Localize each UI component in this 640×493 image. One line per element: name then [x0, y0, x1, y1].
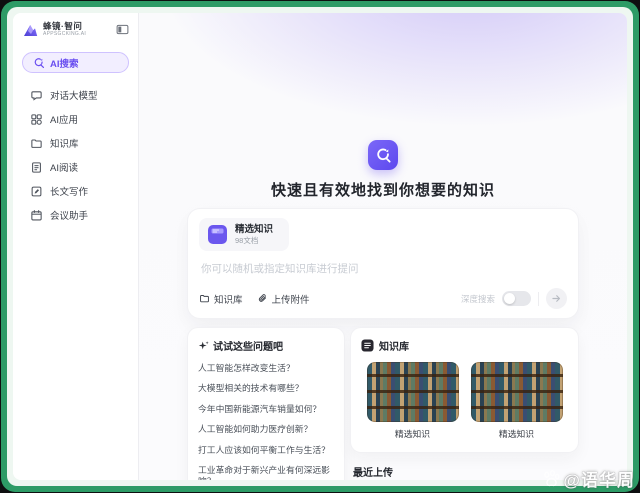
question-item[interactable]: 今年中国新能源汽车销量如何？	[198, 404, 334, 415]
question-item[interactable]: 大模型相关的技术有哪些？	[198, 383, 334, 394]
knowledge-base-icon	[31, 138, 42, 148]
lower-panels: 试试这些问题吧 人工智能怎样改变生活？ 大模型相关的技术有哪些？ 今年中国新能源…	[188, 328, 578, 480]
sidebar-nav: 对话大模型 AI应用 知识库 AI阅读 长文写作 会议助手	[22, 83, 129, 227]
logo-subtitle: APPSGCKING.AI	[43, 31, 87, 38]
writing-icon	[31, 186, 42, 196]
knowledge-chip-title: 精选知识	[235, 224, 274, 235]
sidebar-item-long-writing[interactable]: 长文写作	[22, 179, 129, 203]
apps-grid-icon	[31, 113, 42, 125]
sidebar-collapse-icon[interactable]	[116, 23, 129, 36]
knowledge-card[interactable]: 精选知识	[470, 362, 563, 440]
knowledge-chip-subtitle: 98文档	[235, 236, 259, 246]
toggle-knob	[504, 293, 515, 305]
arrow-right-icon	[552, 295, 561, 303]
knowledge-card-caption: 精选知识	[394, 429, 431, 440]
hero-search-icon	[368, 140, 398, 170]
knowledge-card-caption: 精选知识	[498, 429, 535, 440]
paperclip-icon	[258, 294, 266, 303]
logo-title: 蜂镜·智问	[43, 21, 83, 31]
sidebar-item-meeting-assistant[interactable]: 会议助手	[22, 203, 129, 227]
knowledge-chip-icon	[208, 225, 227, 245]
knowledge-chip-text: 精选知识 98文档	[235, 224, 273, 245]
sidebar-item-ai-reading[interactable]: AI阅读	[22, 155, 129, 179]
chat-icon	[31, 90, 42, 101]
sidebar-item-label: AI应用	[50, 115, 78, 126]
bookshelf-image	[470, 362, 563, 423]
folder-icon	[200, 295, 209, 303]
suggested-questions-header: 试试这些问题吧	[198, 338, 334, 353]
ai-search-icon	[34, 57, 45, 68]
search-actions: 知识库 上传附件 深度搜索	[199, 288, 567, 310]
knowledge-chip[interactable]: 精选知识 98文档	[199, 218, 290, 252]
deep-search-toggle[interactable]	[502, 291, 531, 307]
sidebar-item-label: 对话大模型	[50, 91, 98, 102]
app-window: 蜂镜·智问 APPSGCKING.AI AI搜索 对话大模型 AI应用 知识库 …	[13, 13, 627, 480]
knowledge-column: 知识库 精选知识 精选知识 最近上传	[351, 328, 578, 480]
logo: 蜂镜·智问 APPSGCKING.AI	[22, 21, 129, 39]
book-icon	[361, 339, 374, 352]
knowledge-card[interactable]: 精选知识	[366, 362, 459, 440]
search-input[interactable]: 你可以随机或指定知识库进行提问	[201, 261, 565, 276]
knowledge-base-button-label: 知识库	[214, 294, 243, 306]
deep-search-label: 深度搜索	[460, 293, 495, 304]
knowledge-base-title: 知识库	[379, 342, 409, 354]
knowledge-base-button[interactable]: 知识库	[199, 292, 243, 306]
upload-attachment-button[interactable]: 上传附件	[257, 292, 310, 306]
recent-uploads-title: 最近上传	[353, 468, 393, 480]
sidebar-item-ai-apps[interactable]: AI应用	[22, 107, 129, 131]
question-item[interactable]: 人工智能怎样改变生活？	[198, 363, 334, 374]
main-content: 快速且有效地找到你想要的知识 精选知识 98文档 你可以随机或指定知识库进行提问…	[139, 13, 627, 480]
sidebar-item-label: 长文写作	[50, 187, 89, 198]
question-item[interactable]: 打工人应该如何平衡工作与生活？	[198, 445, 334, 456]
search-card: 精选知识 98文档 你可以随机或指定知识库进行提问 知识库 上传附件 深度搜索	[188, 209, 578, 319]
screen: 蜂镜·智问 APPSGCKING.AI AI搜索 对话大模型 AI应用 知识库 …	[0, 0, 640, 493]
recent-uploads-section: 最近上传 目前暂无新上传的文件，点击 去创建	[351, 464, 578, 480]
sparkle-icon	[198, 341, 209, 350]
page-title: 快速且有效地找到你想要的知识	[270, 182, 495, 199]
sidebar-item-label: 会议助手	[50, 211, 89, 222]
question-item[interactable]: 人工智能如何助力医疗创新？	[198, 424, 334, 435]
divider	[538, 291, 539, 306]
sidebar-item-label: AI阅读	[50, 163, 78, 174]
meeting-icon	[31, 209, 42, 220]
sidebar-item-ai-search[interactable]: AI搜索	[22, 52, 129, 73]
logo-text: 蜂镜·智问 APPSGCKING.AI	[43, 21, 116, 38]
knowledge-cards: 精选知识 精选知识	[361, 362, 568, 440]
suggested-questions-panel: 试试这些问题吧 人工智能怎样改变生活？ 大模型相关的技术有哪些？ 今年中国新能源…	[188, 328, 344, 480]
sidebar-item-chat-llm[interactable]: 对话大模型	[22, 83, 129, 107]
knowledge-base-panel: 知识库 精选知识 精选知识	[351, 328, 578, 453]
search-right-actions: 深度搜索	[460, 288, 567, 310]
logo-icon	[24, 25, 38, 36]
suggested-questions-title: 试试这些问题吧	[213, 342, 283, 354]
reading-icon	[32, 161, 41, 173]
sidebar-item-label: 知识库	[50, 139, 79, 150]
upload-attachment-label: 上传附件	[271, 294, 310, 306]
sidebar-item-label: AI搜索	[50, 58, 79, 70]
question-item[interactable]: 工业革命对于新兴产业有何深远影响？	[198, 465, 334, 480]
sidebar: 蜂镜·智问 APPSGCKING.AI AI搜索 对话大模型 AI应用 知识库 …	[13, 13, 139, 480]
bookshelf-image	[366, 362, 459, 423]
knowledge-base-header: 知识库	[361, 338, 568, 353]
sidebar-item-knowledge-base[interactable]: 知识库	[22, 131, 129, 155]
send-button[interactable]	[546, 288, 567, 310]
